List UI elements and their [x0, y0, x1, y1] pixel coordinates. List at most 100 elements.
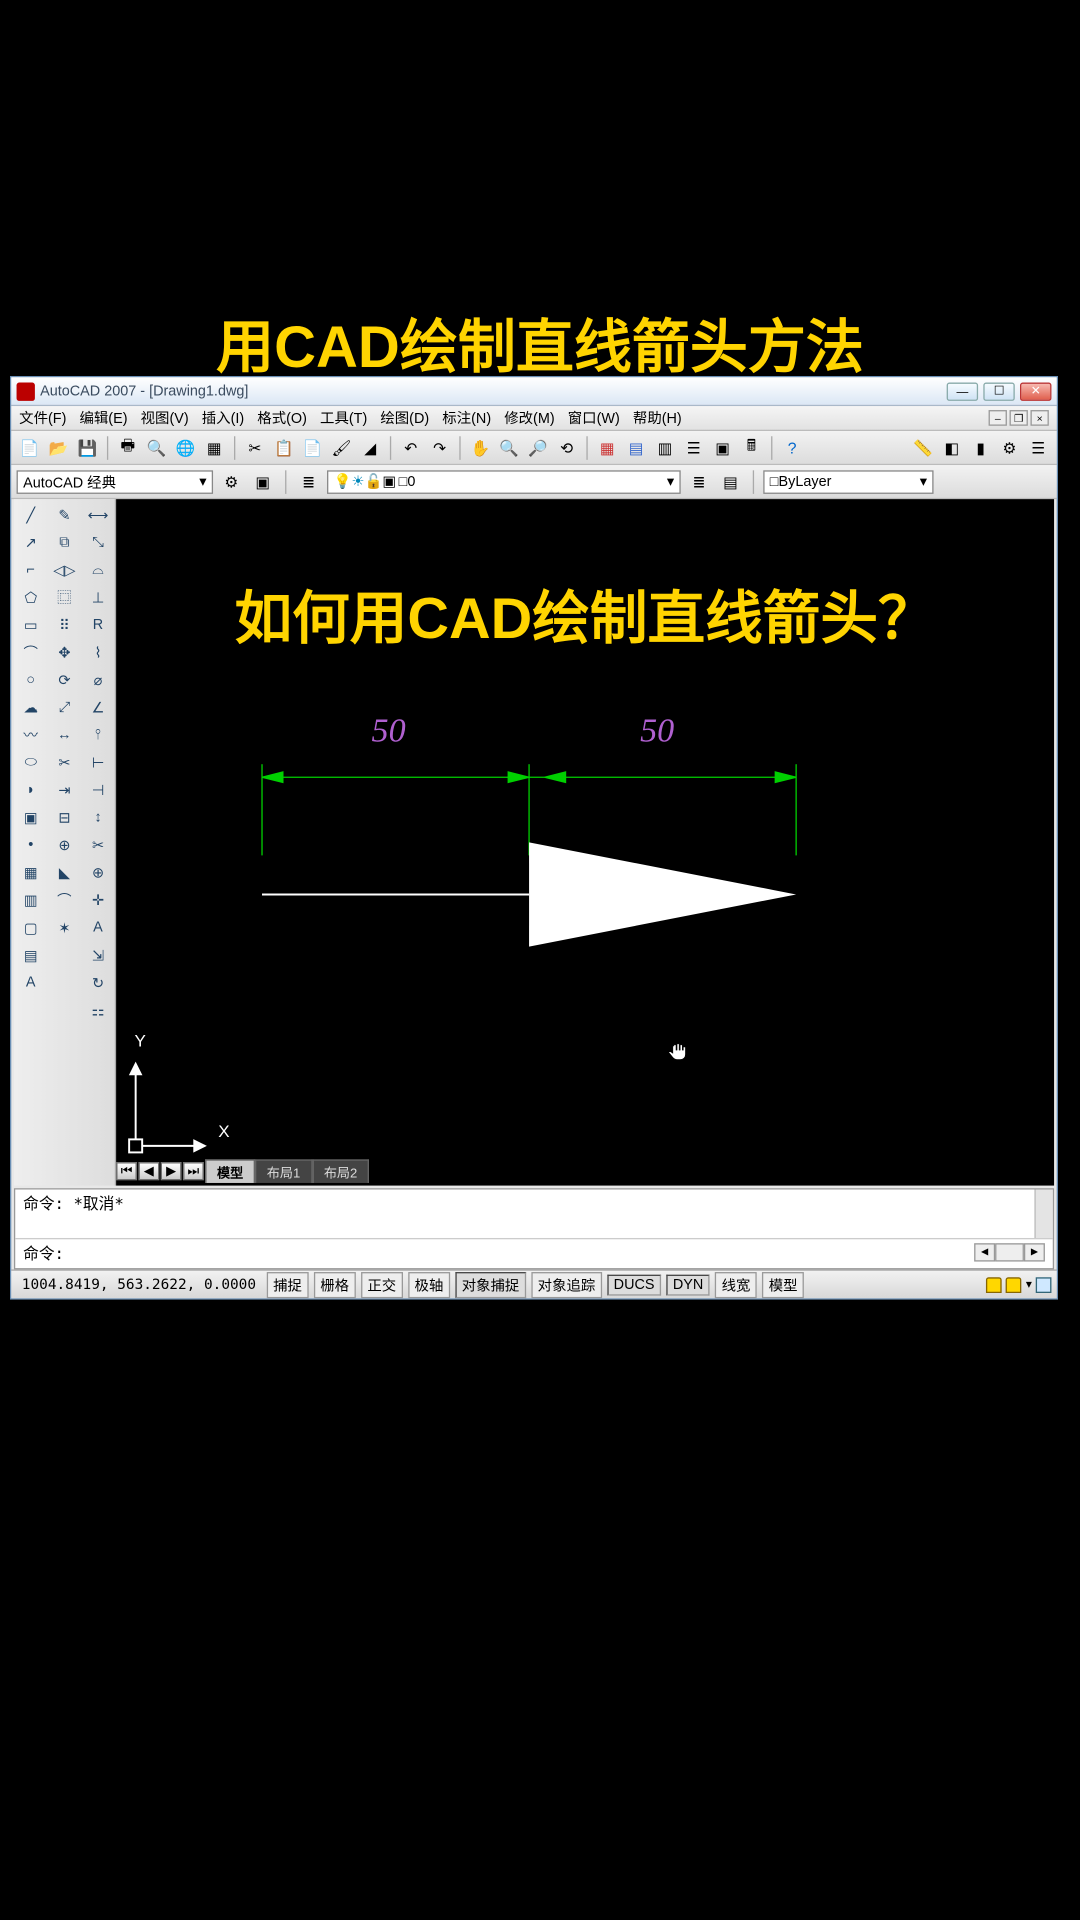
dim-linear-icon[interactable]: ⟷ [85, 502, 111, 528]
offset-icon[interactable]: ⿴ [51, 584, 77, 610]
dim-ord-icon[interactable]: ⊥ [85, 584, 111, 610]
mdi-minimize-button[interactable]: – [989, 410, 1007, 426]
status-dyn[interactable]: DYN [666, 1274, 710, 1295]
dim-jog-icon[interactable]: ⌇ [85, 639, 111, 665]
dim-style-icon[interactable]: ⚏ [85, 997, 111, 1023]
menu-dimension[interactable]: 标注(N) [442, 407, 491, 428]
undo-icon[interactable]: ↶ [398, 434, 424, 460]
menu-modify[interactable]: 修改(M) [504, 407, 554, 428]
dim-break-icon[interactable]: ✂ [85, 832, 111, 858]
point-icon[interactable]: • [18, 832, 44, 858]
command-history[interactable]: 命令: *取消* [15, 1190, 1053, 1240]
mdi-restore-button[interactable]: ❐ [1010, 410, 1028, 426]
dim-base-icon[interactable]: ⊢ [85, 749, 111, 775]
xline-icon[interactable]: ↗ [18, 529, 44, 555]
centermark-icon[interactable]: ✛ [85, 887, 111, 913]
tab-last-button[interactable]: ⏭ [183, 1162, 204, 1180]
menu-format[interactable]: 格式(O) [257, 407, 307, 428]
hatch-icon[interactable]: ▦ [18, 859, 44, 885]
calculator-icon[interactable]: 🖩 [738, 434, 764, 460]
menu-edit[interactable]: 编辑(E) [79, 407, 127, 428]
color-combo[interactable]: □ ByLayer▾ [763, 470, 933, 494]
tool-palette-icon[interactable]: ▥ [652, 434, 678, 460]
dc-icon[interactable]: ▤ [623, 434, 649, 460]
pline-icon[interactable]: ⌐ [18, 557, 44, 583]
table-icon[interactable]: ▤ [18, 942, 44, 968]
workspace-combo[interactable]: AutoCAD 经典▾ [17, 470, 213, 494]
eraser-icon[interactable]: ◢ [357, 434, 383, 460]
rectangle-icon[interactable]: ▭ [18, 612, 44, 638]
status-ducs[interactable]: DUCS [607, 1274, 661, 1295]
preview-icon[interactable]: 🔍 [144, 434, 170, 460]
dim-ang-icon[interactable]: ∠ [85, 694, 111, 720]
tab-prev-button[interactable]: ◀ [138, 1162, 159, 1180]
status-otrack[interactable]: 对象追踪 [531, 1271, 602, 1297]
tab-layout2[interactable]: 布局2 [312, 1159, 369, 1183]
array-icon[interactable]: ⠿ [51, 612, 77, 638]
menu-tools[interactable]: 工具(T) [320, 407, 367, 428]
markup-icon[interactable]: ▣ [710, 434, 736, 460]
dim-quick-icon[interactable]: ⫯ [85, 722, 111, 748]
join-icon[interactable]: ⊕ [51, 832, 77, 858]
clean-screen-icon[interactable] [1036, 1277, 1052, 1293]
tab-next-button[interactable]: ▶ [161, 1162, 182, 1180]
circle-icon[interactable]: ○ [18, 667, 44, 693]
close-button[interactable]: ✕ [1020, 382, 1051, 400]
move-icon[interactable]: ✥ [51, 639, 77, 665]
explode-icon[interactable]: ✶ [51, 914, 77, 940]
menu-insert[interactable]: 插入(I) [202, 407, 244, 428]
arc-icon[interactable]: ⌒ [18, 639, 44, 665]
chamfer-icon[interactable]: ◣ [51, 859, 77, 885]
break-icon[interactable]: ⊟ [51, 804, 77, 830]
block-icon[interactable]: ▣ [18, 804, 44, 830]
area-icon[interactable]: ◧ [939, 434, 965, 460]
extend-icon[interactable]: ⇥ [51, 777, 77, 803]
minimize-button[interactable]: — [947, 382, 978, 400]
redo-icon[interactable]: ↷ [427, 434, 453, 460]
lock-icon[interactable] [987, 1277, 1003, 1293]
dim-update-icon[interactable]: ↻ [85, 969, 111, 995]
save-icon[interactable]: 💾 [74, 434, 100, 460]
layer-prev-icon[interactable]: ≣ [686, 468, 712, 494]
erase-icon[interactable]: ✎ [51, 502, 77, 528]
scale-icon[interactable]: ⤢ [51, 694, 77, 720]
cut-icon[interactable]: ✂ [242, 434, 268, 460]
plot-icon[interactable]: 🖶 [115, 434, 141, 460]
zoom-win-icon[interactable]: 🔎 [525, 434, 551, 460]
tab-layout1[interactable]: 布局1 [255, 1159, 312, 1183]
dim-tedit-icon[interactable]: ⇲ [85, 942, 111, 968]
zoom-rt-icon[interactable]: 🔍 [496, 434, 522, 460]
status-model[interactable]: 模型 [762, 1271, 804, 1297]
cmd-scroll-thumb[interactable] [995, 1243, 1024, 1261]
dist-icon[interactable]: 📏 [910, 434, 936, 460]
zoom-prev-icon[interactable]: ⟲ [554, 434, 580, 460]
spline-icon[interactable]: 〰 [18, 722, 44, 748]
dim-cont-icon[interactable]: ⊣ [85, 777, 111, 803]
drawing-canvas[interactable]: 如何用CAD绘制直线箭头？ [116, 499, 1054, 1185]
status-polar[interactable]: 极轴 [408, 1271, 450, 1297]
fillet-icon[interactable]: ⌒ [51, 887, 77, 913]
layer-states-icon[interactable]: ▤ [717, 468, 743, 494]
region-tool-icon[interactable]: ▢ [18, 914, 44, 940]
revcloud-icon[interactable]: ☁ [18, 694, 44, 720]
layer-combo[interactable]: 💡☀🔓▣□ 0▾ [327, 470, 681, 494]
tab-first-button[interactable]: ⏮ [116, 1162, 137, 1180]
menu-file[interactable]: 文件(F) [19, 407, 66, 428]
publish-icon[interactable]: 🌐 [172, 434, 198, 460]
pan-icon[interactable]: ✋ [467, 434, 493, 460]
ws-settings-icon[interactable]: ⚙ [218, 468, 244, 494]
command-scrollbar[interactable] [1034, 1190, 1052, 1238]
status-osnap[interactable]: 对象捕捉 [455, 1271, 526, 1297]
menu-window[interactable]: 窗口(W) [568, 407, 620, 428]
mirror-icon[interactable]: ◁▷ [51, 557, 77, 583]
dim-radius-icon[interactable]: R [85, 612, 111, 638]
open-icon[interactable]: 📂 [45, 434, 71, 460]
trim-icon[interactable]: ✂ [51, 749, 77, 775]
status-ortho[interactable]: 正交 [361, 1271, 403, 1297]
dim-dia-icon[interactable]: ⌀ [85, 667, 111, 693]
menu-view[interactable]: 视图(V) [141, 407, 189, 428]
status-grid[interactable]: 栅格 [314, 1271, 356, 1297]
tolerance-icon[interactable]: ⊕ [85, 859, 111, 885]
tab-model[interactable]: 模型 [205, 1159, 255, 1183]
paste-icon[interactable]: 📄 [300, 434, 326, 460]
